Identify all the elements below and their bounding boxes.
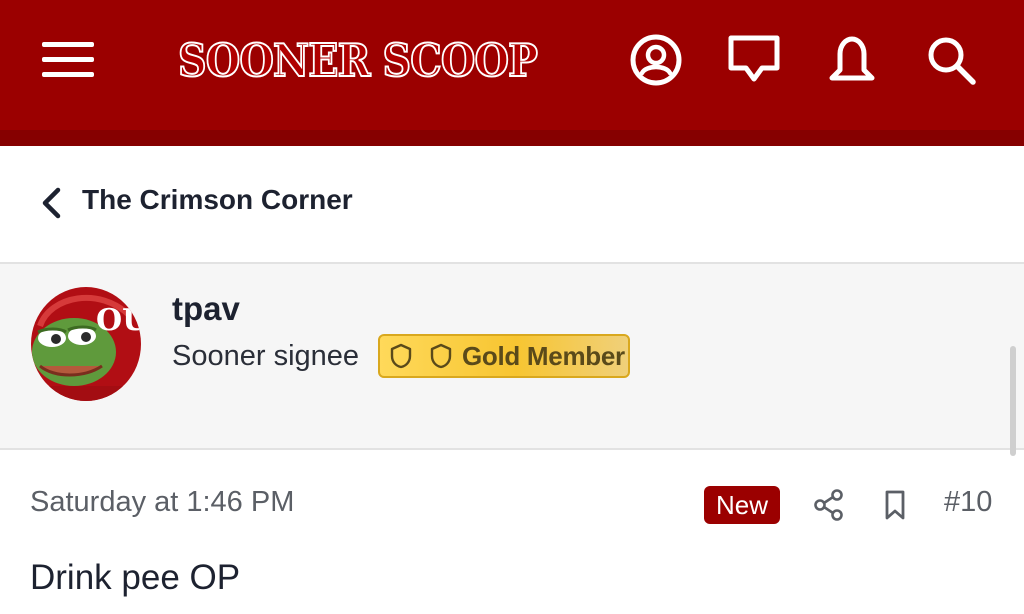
bell-icon	[829, 36, 875, 81]
bookmark-button[interactable]	[880, 488, 910, 522]
user-info-block: OU tpav Sooner signee Gold Member	[0, 264, 1024, 450]
scrollbar[interactable]	[1010, 346, 1016, 456]
avatar[interactable]: OU	[30, 286, 142, 402]
gold-member-badge: Gold Member	[378, 334, 630, 378]
breadcrumb: The Crimson Corner	[0, 146, 1024, 264]
user-title: Sooner signee	[172, 340, 360, 372]
username-link[interactable]: tpav	[172, 290, 240, 328]
badge-label: Gold Member	[462, 340, 625, 371]
top-bar-shadow	[0, 130, 1024, 146]
avatar-image: OU	[31, 287, 142, 401]
post-body: Drink pee OP	[30, 558, 241, 597]
forum-title-link[interactable]: The Crimson Corner	[82, 184, 353, 216]
bookmark-icon	[885, 490, 905, 520]
svg-text:OU: OU	[96, 303, 142, 338]
shield-icon	[390, 343, 412, 369]
shield-icon	[430, 343, 452, 369]
menu-button[interactable]	[40, 38, 96, 82]
new-badge: New	[704, 486, 780, 524]
site-logo[interactable]: SOONER SCOOP	[177, 30, 539, 90]
chevron-left-icon	[42, 187, 61, 219]
account-button[interactable]	[628, 32, 684, 88]
post-number-link[interactable]: #10	[944, 486, 992, 519]
post-date[interactable]: Saturday at 1:46 PM	[30, 486, 294, 519]
share-button[interactable]	[812, 488, 846, 522]
back-button[interactable]	[36, 186, 66, 220]
account-icon	[630, 34, 682, 86]
messages-button[interactable]	[724, 32, 784, 88]
search-icon	[928, 37, 976, 85]
search-button[interactable]	[922, 32, 980, 88]
share-icon	[814, 489, 843, 521]
menu-icon	[42, 42, 94, 77]
messages-icon	[728, 35, 780, 82]
alerts-button[interactable]	[822, 32, 882, 88]
